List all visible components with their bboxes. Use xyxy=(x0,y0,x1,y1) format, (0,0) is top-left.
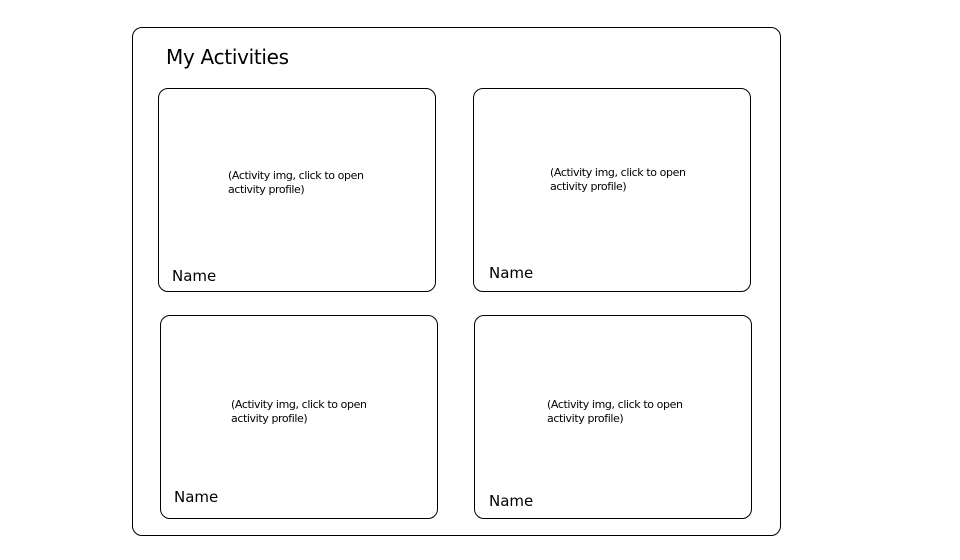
activity-name: Name xyxy=(489,264,534,282)
activity-card[interactable]: (Activity img, click to open activity pr… xyxy=(158,88,436,292)
page-title: My Activities xyxy=(166,45,289,69)
activity-name: Name xyxy=(172,267,217,285)
activity-card[interactable]: (Activity img, click to open activity pr… xyxy=(474,315,752,519)
activity-card[interactable]: (Activity img, click to open activity pr… xyxy=(160,315,438,519)
activity-card[interactable]: (Activity img, click to open activity pr… xyxy=(473,88,751,292)
activity-image-placeholder[interactable]: (Activity img, click to open activity pr… xyxy=(547,398,697,426)
activity-name: Name xyxy=(489,492,534,510)
activity-image-placeholder[interactable]: (Activity img, click to open activity pr… xyxy=(231,398,381,426)
activity-image-placeholder[interactable]: (Activity img, click to open activity pr… xyxy=(228,169,378,197)
activity-image-placeholder[interactable]: (Activity img, click to open activity pr… xyxy=(550,166,700,194)
activity-name: Name xyxy=(174,488,219,506)
